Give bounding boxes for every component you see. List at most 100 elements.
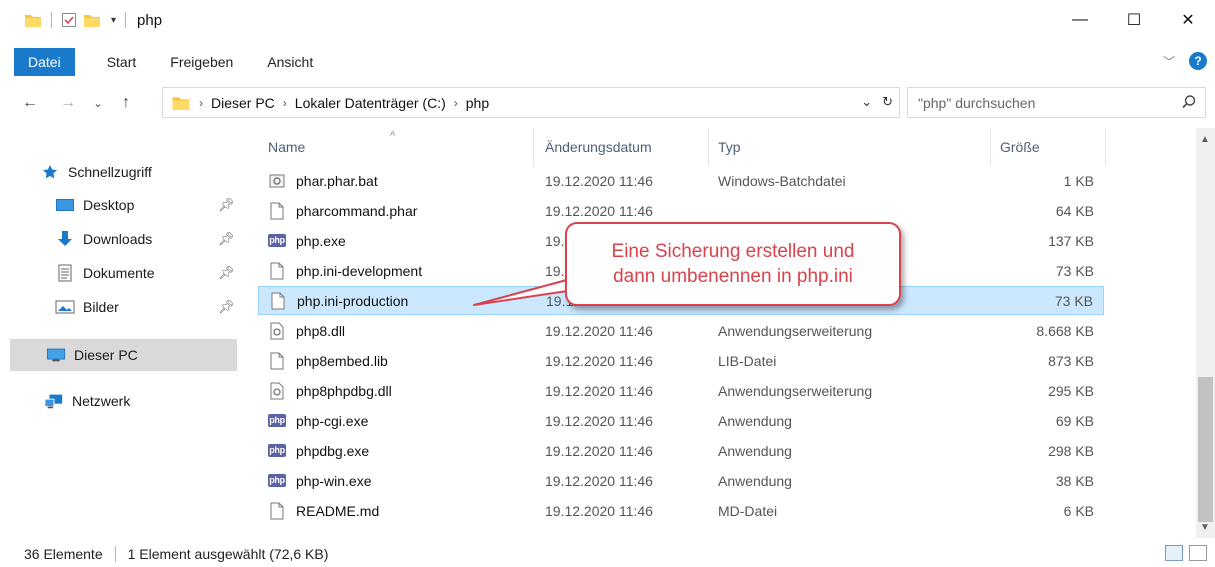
file-name: README.md [296,502,380,519]
address-tools: ⌄ ↻ [861,94,893,110]
recent-locations-icon[interactable]: ⌄ [86,97,110,110]
column-divider[interactable] [708,128,709,166]
file-icon [269,292,287,310]
download-icon [55,230,75,248]
file-date: 19.12.2020 11:46 [545,202,653,219]
table-row[interactable]: README.md 19.12.2020 11:46 MD-Datei 6 KB [258,496,1104,525]
callout-line-2: dann umbenennen in php.ini [613,266,853,287]
file-size: 73 KB [1054,292,1093,309]
nav-item-netzwerk[interactable]: Netzwerk [44,385,130,417]
batch-file-icon [268,172,286,190]
address-dropdown-icon[interactable]: ⌄ [861,94,872,110]
php-icon: php [268,234,286,247]
maximize-button[interactable]: ☐ [1107,0,1161,40]
breadcrumb-dieser-pc[interactable]: Dieser PC [211,95,275,111]
ribbon-right-controls: ﹀ ? [1163,52,1207,70]
large-icons-view-icon[interactable] [1189,545,1207,561]
documents-icon [55,264,75,282]
breadcrumb-separator-icon[interactable]: › [283,96,287,110]
pictures-icon [55,298,75,316]
table-row[interactable]: phar.phar.bat 19.12.2020 11:46 Windows-B… [258,166,1104,195]
search-box[interactable]: "php" durchsuchen [907,87,1206,118]
table-row[interactable]: php php-win.exe 19.12.2020 11:46 Anwendu… [258,466,1104,495]
address-bar[interactable]: › Dieser PC › Lokaler Datenträger (C:) ›… [162,87,900,118]
navigation-bar: ← → ⌄ ↑ › Dieser PC › Lokaler Datenträge… [0,86,1215,120]
refresh-icon[interactable]: ↻ [882,94,893,110]
window-title: php [137,11,163,29]
column-header-type[interactable]: Typ [718,128,988,166]
file-name: php.ini-production [297,292,409,309]
nav-item-dokumente[interactable]: Dokumente 📌︎ [55,257,250,289]
expand-ribbon-icon[interactable]: ﹀ [1163,53,1175,70]
file-size: 69 KB [1055,412,1094,429]
table-row[interactable]: php phpdbg.exe 19.12.2020 11:46 Anwendun… [258,436,1104,465]
file-type: Anwendung [718,442,792,459]
pin-icon[interactable]: 📌︎ [218,231,235,247]
nav-item-schnellzugriff[interactable]: Schnellzugriff [40,156,152,188]
item-count: 36 Elemente [24,545,103,562]
search-placeholder: "php" durchsuchen [918,94,1036,111]
details-view-icon[interactable] [1165,545,1183,561]
nav-item-dieser-pc[interactable]: Dieser PC [10,339,237,371]
new-folder-icon[interactable] [83,12,101,28]
help-icon[interactable]: ? [1189,52,1207,70]
file-name: php-cgi.exe [296,412,369,429]
nav-item-downloads[interactable]: Downloads 📌︎ [55,223,250,255]
scroll-down-icon[interactable]: ▼ [1200,522,1210,533]
file-type: LIB-Datei [718,352,777,369]
tab-start[interactable]: Start [95,48,149,76]
properties-icon[interactable] [61,12,77,28]
forward-arrow-icon[interactable]: → [56,94,80,112]
table-row[interactable]: php8phpdbg.dll 19.12.2020 11:46 Anwendun… [258,376,1104,405]
file-date: 19.12.2020 11:46 [545,172,653,189]
pin-icon[interactable]: 📌︎ [218,265,235,281]
nav-item-label: Bilder [83,299,119,315]
file-size: 298 KB [1048,442,1094,459]
folder-icon [25,15,41,27]
back-arrow-icon[interactable]: ← [18,94,42,112]
minimize-button[interactable]: — [1053,0,1107,40]
close-button[interactable]: ✕ [1161,0,1215,40]
column-divider[interactable] [1105,128,1106,166]
tab-datei[interactable]: Datei [14,48,75,76]
file-icon [268,502,286,520]
nav-item-desktop[interactable]: Desktop 📌︎ [55,189,250,221]
column-header-date[interactable]: Änderungsdatum [545,128,705,166]
view-toggle [1165,545,1207,561]
tab-ansicht[interactable]: Ansicht [255,48,325,76]
ribbon-tabs: Datei Start Freigeben Ansicht ﹀ ? [0,48,1215,76]
column-divider[interactable] [990,128,991,166]
pin-icon[interactable]: 📌︎ [218,299,235,315]
window-controls: — ☐ ✕ [1053,0,1215,40]
file-name: pharcommand.phar [296,202,418,219]
table-row[interactable]: pharcommand.phar 19.12.2020 11:46 64 KB [258,196,1104,225]
status-separator [114,545,116,562]
table-row[interactable]: php php-cgi.exe 19.12.2020 11:46 Anwendu… [258,406,1104,435]
column-header-size[interactable]: Größe [1000,128,1100,166]
pin-icon[interactable]: 📌︎ [218,197,235,213]
breadcrumb-php[interactable]: php [466,95,489,111]
vertical-scrollbar[interactable]: ▲ ▼ [1196,128,1215,538]
table-row[interactable]: php8.dll 19.12.2020 11:46 Anwendungserwe… [258,316,1104,345]
up-arrow-icon[interactable]: ↑ [114,94,138,112]
tab-freigeben[interactable]: Freigeben [158,48,245,76]
search-icon[interactable] [1181,94,1197,110]
file-name: php.exe [296,232,346,249]
scroll-up-icon[interactable]: ▲ [1200,134,1210,145]
customize-toolbar-icon[interactable]: ▾ [111,15,116,26]
nav-item-bilder[interactable]: Bilder 📌︎ [55,291,250,323]
column-divider[interactable] [533,128,534,166]
table-row[interactable]: php8embed.lib 19.12.2020 11:46 LIB-Datei… [258,346,1104,375]
navigation-pane: Schnellzugriff Desktop 📌︎ Downloads 📌︎ D… [0,128,250,533]
dll-icon [268,382,286,400]
toolbar-separator [51,12,52,28]
breadcrumb-separator-icon[interactable]: › [199,96,203,110]
breadcrumb-separator-icon[interactable]: › [454,96,458,110]
file-icon [268,262,286,280]
file-name: phpdbg.exe [296,442,370,459]
callout-line-1: Eine Sicherung erstellen und [611,241,855,262]
php-icon: php [268,474,286,487]
breadcrumb-lokaler-datentraeger[interactable]: Lokaler Datenträger (C:) [295,95,446,111]
column-header-name[interactable]: Name [268,128,533,166]
scrollbar-thumb[interactable] [1198,377,1213,522]
